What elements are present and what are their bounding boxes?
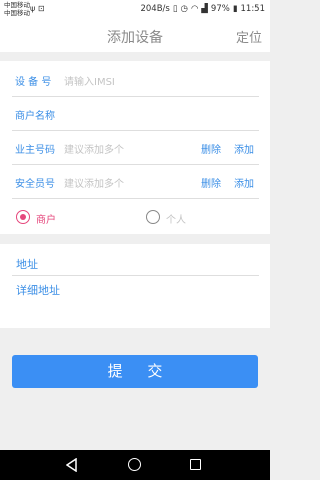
status-right: 204B/s ▯ ◷ ◠ ▟ 97% ▮ 11:51 <box>140 4 265 14</box>
battery-icon: ▮ <box>232 4 238 14</box>
personal-radio[interactable] <box>146 210 160 224</box>
owner-phone-input[interactable]: 建议添加多个 <box>64 141 124 156</box>
network-speed: 204B/s <box>140 4 170 14</box>
security-phone-add-button[interactable]: 添加 <box>234 175 254 190</box>
owner-phone-row: 业主号码 建议添加多个 删除 添加 <box>12 131 259 165</box>
device-no-row: 设 备 号 请输入IMSI <box>12 63 259 97</box>
device-form: 设 备 号 请输入IMSI 商户名称 业主号码 建议添加多个 删除 添加 安全员… <box>0 61 270 234</box>
submit-button[interactable]: 提 交 <box>12 355 258 388</box>
merchant-name-row[interactable]: 商户名称 <box>12 97 259 131</box>
merchant-name-label: 商户名称 <box>15 111 55 122</box>
device-no-input[interactable]: 请输入IMSI <box>64 73 115 88</box>
detail-address-field[interactable]: 详细地址 <box>16 282 60 298</box>
owner-phone-add-button[interactable]: 添加 <box>234 141 254 156</box>
security-phone-label: 安全员号 <box>15 179 55 190</box>
carrier-1: 中国移动 <box>4 1 30 9</box>
wifi-icon: ◠ <box>190 4 199 14</box>
back-icon[interactable] <box>66 458 78 472</box>
type-row: 商户 个人 <box>12 199 259 233</box>
locate-button[interactable]: 定位 <box>236 27 262 46</box>
divider <box>12 275 259 276</box>
vibrate-icon: ▯ <box>172 4 178 14</box>
owner-phone-label: 业主号码 <box>15 145 55 156</box>
alarm-icon: ◷ <box>180 4 188 14</box>
status-bar: 中国移动 中国移动 ψ ⊡ 204B/s ▯ ◷ ◠ ▟ 97% ▮ 11:51 <box>0 0 270 20</box>
device-no-label: 设 备 号 <box>15 77 52 88</box>
owner-phone-delete-button[interactable]: 删除 <box>201 141 221 156</box>
recent-apps-icon[interactable] <box>190 459 201 470</box>
security-phone-input[interactable]: 建议添加多个 <box>64 175 124 190</box>
page-title: 添加设备 <box>107 30 163 46</box>
clock: 11:51 <box>240 4 266 14</box>
carrier-info: 中国移动 中国移动 <box>4 1 30 17</box>
usb-icon: ψ ⊡ <box>30 4 45 13</box>
system-nav-bar <box>0 450 270 480</box>
title-bar: 添加设备 定位 <box>0 20 270 52</box>
battery-percent: 97% <box>210 4 230 14</box>
signal-icon: ▟ <box>201 4 208 14</box>
address-card: 地址 详细地址 <box>0 244 270 328</box>
merchant-radio[interactable] <box>16 210 30 224</box>
home-icon[interactable] <box>128 458 141 471</box>
carrier-2: 中国移动 <box>4 9 30 17</box>
security-phone-delete-button[interactable]: 删除 <box>201 175 221 190</box>
merchant-radio-label: 商户 <box>36 215 56 226</box>
security-phone-row: 安全员号 建议添加多个 删除 添加 <box>12 165 259 199</box>
address-field[interactable]: 地址 <box>16 256 38 272</box>
personal-radio-label: 个人 <box>166 215 186 226</box>
